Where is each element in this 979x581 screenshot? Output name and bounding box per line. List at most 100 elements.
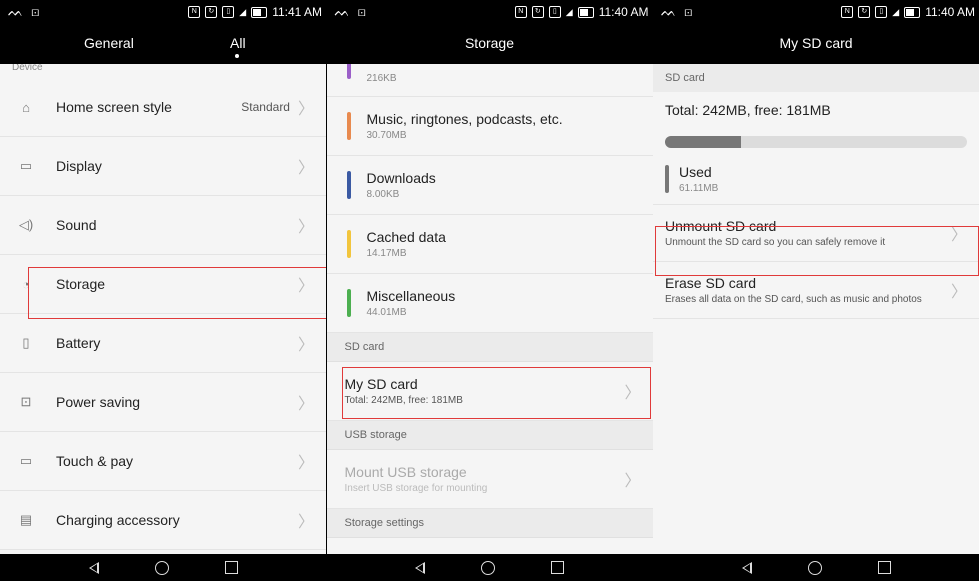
settings-item-power-saving[interactable]: ⊡ Power saving 〉 bbox=[0, 373, 326, 432]
chevron-right-icon: 〉 bbox=[297, 217, 314, 236]
power-saving-icon: ⊡ bbox=[20, 394, 32, 409]
chevron-right-icon: 〉 bbox=[624, 471, 641, 490]
storage-color-bar bbox=[346, 289, 351, 317]
chevron-right-icon: 〉 bbox=[624, 383, 641, 402]
back-icon[interactable] bbox=[741, 561, 752, 574]
settings-list[interactable]: Device ⌂ Home screen style Standard 〉 ▭ … bbox=[0, 64, 326, 554]
sync-icon: ↻ bbox=[531, 6, 544, 18]
item-label: Display bbox=[56, 158, 102, 174]
tab-all[interactable]: All bbox=[230, 35, 246, 51]
item-label: Storage bbox=[56, 276, 106, 292]
status-bar: ᨓ ⊡ N ↻ ▯ ◢ 11:40 AM bbox=[653, 0, 979, 24]
section-header-usb-storage: USB storage bbox=[326, 421, 653, 450]
item-label: Battery bbox=[56, 335, 101, 351]
chevron-right-icon: 〉 bbox=[297, 394, 314, 413]
storage-item-music[interactable]: Music, ringtones, podcasts, etc. 30.70MB bbox=[326, 97, 653, 156]
notification-icons: ᨓ ⊡ bbox=[8, 4, 42, 19]
recents-icon[interactable] bbox=[224, 561, 238, 574]
sd-card-panel: ᨓ ⊡ N ↻ ▯ ◢ 11:40 AM My SD card SD card … bbox=[653, 0, 979, 581]
storage-item-miscellaneous[interactable]: Miscellaneous 44.01MB bbox=[326, 274, 653, 333]
home-button-icon[interactable] bbox=[481, 560, 495, 575]
recents-icon[interactable] bbox=[877, 561, 891, 574]
chevron-right-icon: 〉 bbox=[950, 225, 967, 244]
title-bar: My SD card bbox=[653, 24, 979, 64]
erase-sd-card-item[interactable]: Erase SD card Erases all data on the SD … bbox=[653, 262, 979, 319]
item-value: Standard bbox=[241, 100, 290, 114]
back-icon[interactable] bbox=[88, 561, 99, 574]
tab-indicator bbox=[235, 54, 239, 58]
battery-icon bbox=[577, 6, 594, 18]
settings-item-home-screen-style[interactable]: ⌂ Home screen style Standard 〉 bbox=[0, 78, 326, 137]
chevron-right-icon: 〉 bbox=[950, 282, 967, 301]
section-header-sd-card: SD card bbox=[653, 64, 979, 92]
chevron-right-icon: 〉 bbox=[297, 335, 314, 354]
section-header-sd-card: SD card bbox=[326, 333, 653, 362]
display-icon: ▭ bbox=[19, 158, 33, 173]
used-label: Used bbox=[679, 164, 712, 180]
battery-icon bbox=[251, 6, 268, 18]
home-button-icon[interactable] bbox=[807, 560, 822, 575]
storage-color-bar bbox=[346, 64, 351, 79]
unmount-sd-card-item[interactable]: Unmount SD card Unmount the SD card so y… bbox=[653, 205, 979, 262]
clock: 11:41 AM bbox=[272, 5, 322, 19]
chevron-right-icon: 〉 bbox=[297, 276, 314, 295]
chevron-right-icon: 〉 bbox=[297, 158, 314, 177]
storage-icon: ◔ bbox=[22, 276, 30, 292]
item-subtitle: Total: 242MB, free: 181MB bbox=[344, 395, 463, 406]
storage-item-downloads[interactable]: Downloads 8.00KB bbox=[326, 156, 653, 215]
item-subtitle: Erases all data on the SD card, such as … bbox=[665, 294, 922, 305]
settings-item-storage[interactable]: ◔ Storage 〉 bbox=[0, 255, 326, 314]
notification-icons: ᨓ ⊡ bbox=[334, 4, 368, 19]
clock: 11:40 AM bbox=[598, 5, 649, 19]
recents-icon[interactable] bbox=[551, 561, 564, 574]
section-label-device: Device bbox=[12, 64, 43, 73]
settings-item-display[interactable]: ▭ Display 〉 bbox=[0, 137, 326, 196]
settings-item-charging-accessory[interactable]: ▤ Charging accessory 〉 bbox=[0, 491, 326, 550]
tab-bar: General All bbox=[0, 24, 326, 64]
settings-item-battery[interactable]: ▯ Battery 〉 bbox=[0, 314, 326, 373]
section-header-storage-settings: Storage settings bbox=[326, 509, 653, 538]
sd-card-details[interactable]: SD card Total: 242MB, free: 181MB Used 6… bbox=[653, 64, 979, 554]
storage-item-cached-data[interactable]: Cached data 14.17MB bbox=[326, 215, 653, 274]
my-sd-card-item[interactable]: My SD card Total: 242MB, free: 181MB 〉 bbox=[326, 362, 653, 421]
nfc-icon: N bbox=[514, 6, 527, 18]
status-bar: ᨓ ⊡ N ↻ ▯ ◢ 11:41 AM bbox=[0, 0, 326, 24]
settings-item-touch-pay[interactable]: ▭ Touch & pay 〉 bbox=[0, 432, 326, 491]
home-button-icon[interactable] bbox=[154, 560, 169, 575]
storage-size: 14.17MB bbox=[366, 248, 407, 259]
sd-usage-fill bbox=[665, 136, 741, 148]
storage-size: 216KB bbox=[366, 73, 397, 84]
battery-icon bbox=[904, 6, 921, 18]
item-label: Sound bbox=[56, 217, 97, 233]
navigation-bar bbox=[653, 554, 979, 581]
page-title: My SD card bbox=[779, 35, 853, 51]
signal-icon: ◢ bbox=[565, 6, 573, 17]
settings-panel: ᨓ ⊡ N ↻ ▯ ◢ 11:41 AM General All Device … bbox=[0, 0, 326, 581]
charging-accessory-icon: ▤ bbox=[19, 512, 33, 527]
item-label: Erase SD card bbox=[665, 275, 757, 291]
navigation-bar bbox=[326, 554, 653, 581]
storage-list[interactable]: 216KB Music, ringtones, podcasts, etc. 3… bbox=[326, 64, 653, 554]
back-icon[interactable] bbox=[415, 561, 425, 574]
tab-general[interactable]: General bbox=[84, 35, 134, 51]
settings-item-sound[interactable]: ◁) Sound 〉 bbox=[0, 196, 326, 255]
storage-panel: ᨓ ⊡ N ↻ ▯ ◢ 11:40 AM Storage 216KB Music… bbox=[326, 0, 653, 581]
item-label: Power saving bbox=[56, 394, 141, 410]
title-bar: Storage bbox=[326, 24, 653, 64]
storage-item-partial[interactable]: 216KB bbox=[326, 64, 653, 97]
navigation-bar bbox=[0, 554, 326, 581]
used-size: 61.11MB bbox=[679, 183, 719, 194]
speaker-icon: ◁) bbox=[18, 217, 34, 232]
chevron-right-icon: 〉 bbox=[297, 99, 314, 118]
item-label: Unmount SD card bbox=[665, 218, 777, 234]
storage-color-bar bbox=[346, 112, 351, 140]
storage-color-bar bbox=[346, 230, 351, 258]
item-label: Home screen style bbox=[56, 99, 172, 115]
used-color-bar bbox=[665, 165, 669, 193]
chevron-right-icon: 〉 bbox=[297, 512, 314, 531]
nfc-card-icon: ▭ bbox=[19, 453, 33, 468]
item-label: Touch & pay bbox=[56, 453, 134, 469]
nfc-icon: N bbox=[188, 6, 201, 18]
sim-icon: ▯ bbox=[875, 6, 888, 18]
status-bar: ᨓ ⊡ N ↻ ▯ ◢ 11:40 AM bbox=[326, 0, 653, 24]
